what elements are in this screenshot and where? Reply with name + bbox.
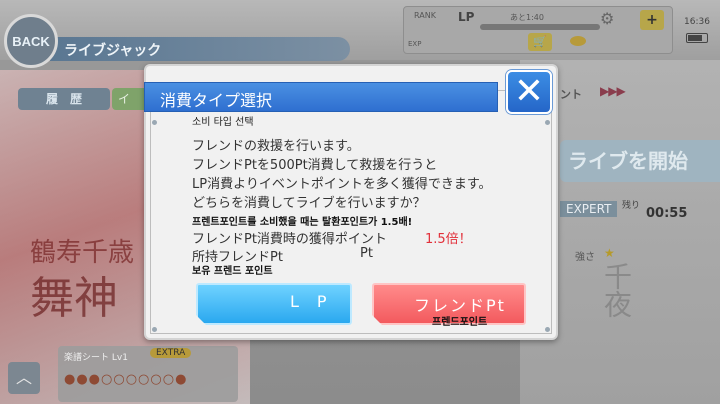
difficulty-label: EXPERT — [560, 201, 618, 217]
rivet-icon — [152, 120, 157, 125]
lp-gauge — [480, 24, 600, 30]
lp-label: LP — [458, 10, 475, 24]
settings-gear-icon[interactable]: ⚙ — [600, 9, 614, 28]
strength-star-icon: ★ — [604, 246, 615, 260]
rank-label: RANK — [414, 11, 436, 20]
dialog-text-line: どちらを消費してライブを行いますか？ — [192, 196, 426, 211]
dialog-text-line: フレンドの救援を行います。 — [192, 139, 360, 154]
event-label: ント — [560, 88, 582, 101]
event-arrows-icon: ▶▶▶ — [600, 84, 626, 98]
consume-lp-label: LP — [290, 292, 345, 311]
dialog-translation-line: 프렌트포인트를 소비했을 때는 탈환포인트가 1.5배! — [192, 217, 413, 228]
remaining-label: 残り — [622, 201, 641, 211]
dialog-subtitle: 소비 타입 선택 — [192, 117, 254, 128]
strength-label: 強さ — [575, 252, 595, 263]
drop-icons: ●●●○○○○○○● — [64, 372, 188, 387]
song-title: 舞神 — [30, 273, 118, 324]
tab-history[interactable]: 履 歴 — [18, 88, 110, 110]
rivet-icon — [545, 120, 550, 125]
scroll-up-button[interactable]: ︿ — [8, 362, 40, 394]
dialog-title: 消費タイプ選択 — [160, 91, 273, 110]
shop-cart-icon[interactable]: 🛒 — [528, 33, 552, 51]
dialog-text-line: フレンドPtを500Pt消費して救援を行うと — [192, 158, 438, 173]
sheet-badge: EXTRA — [150, 348, 192, 358]
exp-label: EXP — [408, 40, 422, 48]
decorative-kanji: 千夜 — [600, 262, 633, 318]
owned-friend-pt-translation: 보유 프렌드 포인트 — [192, 266, 273, 277]
start-live-button[interactable]: ライブを開始 — [560, 140, 720, 182]
remaining-time: 00:55 — [646, 206, 688, 221]
sheet-label: 楽譜シート Lv1 — [64, 353, 128, 363]
screen-title: ライブジャック — [64, 43, 162, 59]
lp-remaining-time: あと1:40 — [510, 13, 544, 22]
rivet-icon — [152, 327, 157, 332]
battery-level — [688, 35, 702, 41]
coin-icon — [570, 36, 586, 46]
bonus-multiplier: 1.5倍！ — [425, 232, 472, 247]
add-lp-button[interactable]: + — [640, 10, 664, 30]
dialog-text-line: LP消費よりイベントポイントを多く獲得できます。 — [192, 177, 492, 192]
clock: 16:36 — [684, 17, 710, 27]
close-button[interactable]: ✕ — [506, 70, 552, 114]
back-button[interactable]: BACK — [4, 14, 58, 68]
rivet-icon — [545, 327, 550, 332]
consume-friend-pt-translation: 프렌드포인트 — [432, 317, 488, 328]
owned-friend-pt-unit: Pt — [360, 246, 373, 261]
bonus-points-label: フレンドPt消費時の獲得ポイント — [192, 232, 387, 247]
